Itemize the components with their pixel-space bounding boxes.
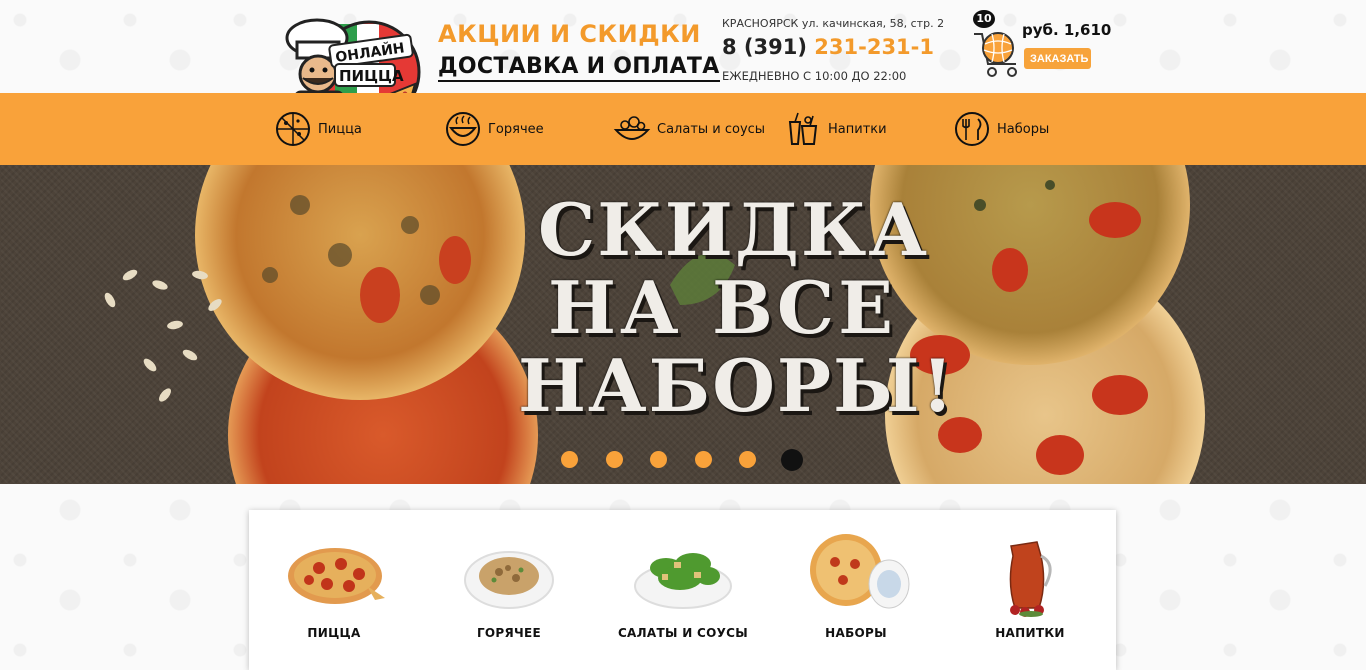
nav-label: Пицца [318,121,362,137]
slider-dots [561,449,811,475]
category-label: НАБОРЫ [825,626,887,640]
slider-dot[interactable] [739,451,756,468]
address: КРАСНОЯРСК ул. качинская, 58, стр. 2 [722,17,945,30]
promotions-link[interactable]: АКЦИИ И СКИДКИ [438,20,701,48]
drink-image [1009,541,1052,617]
category-hot[interactable]: ГОРЯЧЕЕ [424,510,594,670]
logo-text-2: ПИЦЦА [339,67,404,85]
category-pizza[interactable]: ПИЦЦА [249,510,419,670]
category-label: ПИЦЦА [307,626,361,640]
slider-dot-active[interactable] [781,449,803,471]
banner-line-1: СКИДКА [538,187,929,272]
phone-main: 231-231-1 [814,35,934,59]
nav-label: Напитки [828,121,887,137]
category-label: ГОРЯЧЕЕ [476,626,542,640]
slider-dot[interactable] [606,451,623,468]
category-sets[interactable]: НАБОРЫ [771,510,941,670]
category-panel: ПИЦЦА ГОРЯЧЕЕ САЛАТЫ И СОУСЫ НАБОРЫ НАПИ… [249,510,1116,670]
slider-dot[interactable] [695,451,712,468]
nav-item-pizza[interactable]: Пицца [274,93,362,165]
nav-item-hot[interactable]: Горячее [444,93,544,165]
set-image [810,534,910,609]
hot-dish-icon [446,112,480,146]
cart-total: руб. 1,610 [1022,21,1112,39]
phone-prefix: 8 (391) [722,35,807,59]
cart-widget: 10 руб. 1,610 ЗАКАЗАТЬ [972,10,1111,85]
order-button[interactable]: ЗАКАЗАТЬ [1024,48,1091,69]
category-label: САЛАТЫ И СОУСЫ [617,626,749,640]
nav-item-drinks[interactable]: Напитки [784,93,887,165]
category-drinks[interactable]: НАПИТКИ [945,510,1115,670]
banner-line-2a: НА [548,265,683,350]
banner-line-2b: ВСЕ [712,265,898,350]
pizza-image [288,548,385,604]
delivery-payment-link[interactable]: ДОСТАВКА И ОПЛАТА [438,54,720,82]
slider-dot[interactable] [561,451,578,468]
working-hours: ЕЖЕДНЕВНО С 10:00 ДО 22:00 [722,69,907,83]
nav-label: Салаты и соусы [657,121,766,137]
nav-item-salads[interactable]: Салаты и соусы [613,93,765,165]
cart-count-badge: 10 [973,10,995,28]
salad-image [634,553,732,609]
nav-label: Наборы [997,121,1050,137]
nav-label: Горячее [488,121,544,137]
category-nav: Пицца Горячее Салаты и соусы Напитки Наб… [0,93,1366,165]
nav-item-sets[interactable]: Наборы [953,93,1049,165]
slider-dot[interactable] [650,451,667,468]
drinks-icon [788,112,818,145]
cutlery-icon [955,112,989,146]
hot-dish-image [464,551,554,609]
pizza-icon [276,112,310,146]
salad-icon [613,116,651,140]
category-label: НАПИТКИ [995,626,1065,640]
banner-line-3: НАБОРЫ! [518,343,956,428]
category-salads[interactable]: САЛАТЫ И СОУСЫ [598,510,768,670]
phone-number[interactable]: 8 (391) 231-231-1 [722,35,934,59]
promo-banner[interactable]: СКИДКА НА ВСЕ НАБОРЫ! [0,165,1366,484]
site-header: ОНЛАЙН ПИЦЦА АКЦИИ И СКИДКИ ДОСТАВКА И О… [0,0,1366,124]
